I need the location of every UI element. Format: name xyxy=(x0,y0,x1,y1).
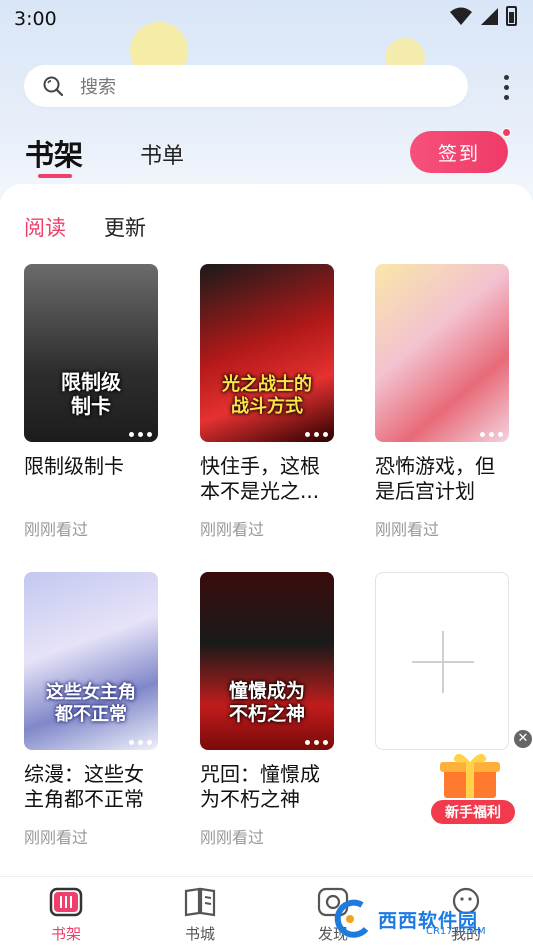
search-icon xyxy=(43,76,64,97)
wifi-icon xyxy=(450,7,472,25)
cover-title-text: 这些女主角 都不正常 xyxy=(46,682,136,725)
book-title: 快住手，这根本不是光之... xyxy=(200,454,320,503)
book-item[interactable]: 恐怖游戏，但是后宫计划 刚刚看过 xyxy=(375,264,509,540)
book-title: 综漫：这些女主角都不正常 xyxy=(24,762,144,811)
more-options-icon[interactable] xyxy=(129,432,152,437)
signal-icon xyxy=(481,8,498,25)
status-icons xyxy=(450,6,517,26)
book-cover[interactable]: 限制级 制卡 xyxy=(24,264,158,442)
newbie-gift-button[interactable]: 新手福利 xyxy=(428,738,520,828)
tab-booklist[interactable]: 书单 xyxy=(140,138,184,170)
book-cover[interactable]: 憧憬成为 不朽之神 xyxy=(200,572,334,750)
search-placeholder: 搜索 xyxy=(80,77,116,98)
book-title: 咒回：憧憬成为不朽之神 xyxy=(200,762,320,811)
watermark-logo-icon xyxy=(334,899,369,938)
status-bar: 3:00 xyxy=(0,0,533,36)
subtab-reading[interactable]: 阅读 xyxy=(24,212,66,242)
more-options-icon[interactable] xyxy=(305,740,328,745)
search-input[interactable]: 搜索 xyxy=(24,65,468,107)
bookshelf-icon xyxy=(49,887,83,917)
active-tab-indicator xyxy=(38,174,72,178)
book-status: 刚刚看过 xyxy=(200,828,265,847)
book-cover[interactable]: 这些女主角 都不正常 xyxy=(24,572,158,750)
more-options-icon[interactable] xyxy=(305,432,328,437)
notification-dot xyxy=(502,128,511,137)
book-item[interactable]: 光之战士的 战斗方式 快住手，这根本不是光之... 刚刚看过 xyxy=(200,264,334,540)
cover-title-text: 光之战士的 战斗方式 xyxy=(222,374,312,417)
more-options-icon[interactable] xyxy=(129,740,152,745)
close-icon[interactable]: ✕ xyxy=(514,730,532,748)
checkin-button[interactable]: 签到 xyxy=(410,131,508,173)
nav-label: 书城 xyxy=(184,925,215,943)
watermark-subtext: CR173.COM xyxy=(426,926,486,937)
nav-item-bookcity[interactable]: 书城 xyxy=(160,883,240,944)
nav-label: 书架 xyxy=(50,925,81,943)
book-item[interactable]: 憧憬成为 不朽之神 咒回：憧憬成为不朽之神 刚刚看过 xyxy=(200,572,334,848)
add-book-button[interactable] xyxy=(375,572,509,750)
status-time: 3:00 xyxy=(14,8,57,30)
more-options-icon[interactable] xyxy=(480,432,503,437)
book-status: 刚刚看过 xyxy=(24,520,89,539)
book-title: 恐怖游戏，但是后宫计划 xyxy=(375,454,495,503)
book-title: 限制级制卡 xyxy=(24,454,124,478)
book-status: 刚刚看过 xyxy=(24,828,89,847)
watermark: 西西软件园 CR173.COM xyxy=(332,896,532,942)
cover-title-text: 限制级 制卡 xyxy=(61,370,121,418)
nav-item-bookshelf[interactable]: 书架 xyxy=(26,883,106,944)
book-cover[interactable]: 光之战士的 战斗方式 xyxy=(200,264,334,442)
gift-icon xyxy=(440,753,500,798)
book-status: 刚刚看过 xyxy=(375,520,440,539)
book-city-icon xyxy=(184,887,216,917)
gift-label: 新手福利 xyxy=(431,800,515,824)
cover-title-text: 憧憬成为 不朽之神 xyxy=(228,680,305,725)
book-cover[interactable] xyxy=(375,264,509,442)
tab-bookshelf[interactable]: 书架 xyxy=(25,132,83,174)
subtab-updates[interactable]: 更新 xyxy=(104,212,146,242)
battery-icon xyxy=(506,6,517,26)
more-options-icon[interactable] xyxy=(497,70,515,104)
book-item[interactable]: 这些女主角 都不正常 综漫：这些女主角都不正常 刚刚看过 xyxy=(24,572,158,848)
book-status: 刚刚看过 xyxy=(200,520,265,539)
book-item[interactable]: 限制级 制卡 限制级制卡 刚刚看过 xyxy=(24,264,158,540)
